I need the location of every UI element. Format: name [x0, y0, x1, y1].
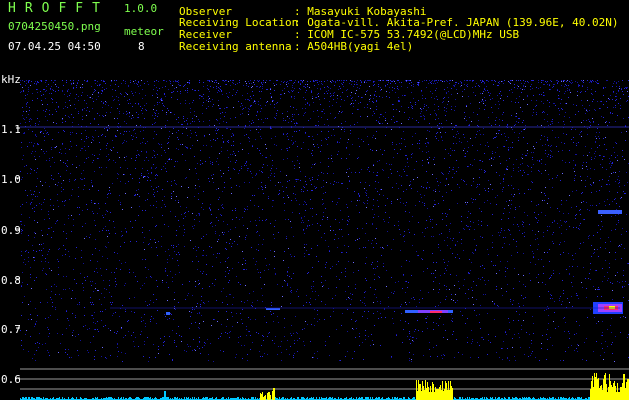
spectrogram-window: HROFFT 1.0.0 0704250450.png meteor 8 07.…	[0, 0, 629, 400]
app-title: HROFFT	[8, 1, 109, 16]
location-label: Receiving Location	[179, 16, 299, 29]
location-value: : Ogata-vill. Akita-Pref. JAPAN (139.96E…	[294, 16, 619, 29]
app-version: 1.0.0	[124, 2, 158, 15]
meteor-echo	[430, 311, 442, 313]
file-name: 0704250450.png	[8, 20, 101, 33]
antenna-label: Receiving antenna	[179, 40, 292, 53]
meteor-label: meteor	[124, 25, 164, 38]
spectrogram-plot	[20, 80, 629, 400]
receiver-label: Receiver	[179, 28, 232, 41]
meteor-count: 8	[138, 40, 145, 53]
meteor-echo	[598, 210, 622, 214]
file-datetime: 07.04.25 04:50	[8, 40, 101, 53]
receiver-value: : ICOM IC-575 53.7492(@LCD)MHz USB	[294, 28, 520, 41]
meteor-echo	[166, 312, 170, 315]
antenna-value: : A504HB(yagi 4el)	[294, 40, 414, 53]
